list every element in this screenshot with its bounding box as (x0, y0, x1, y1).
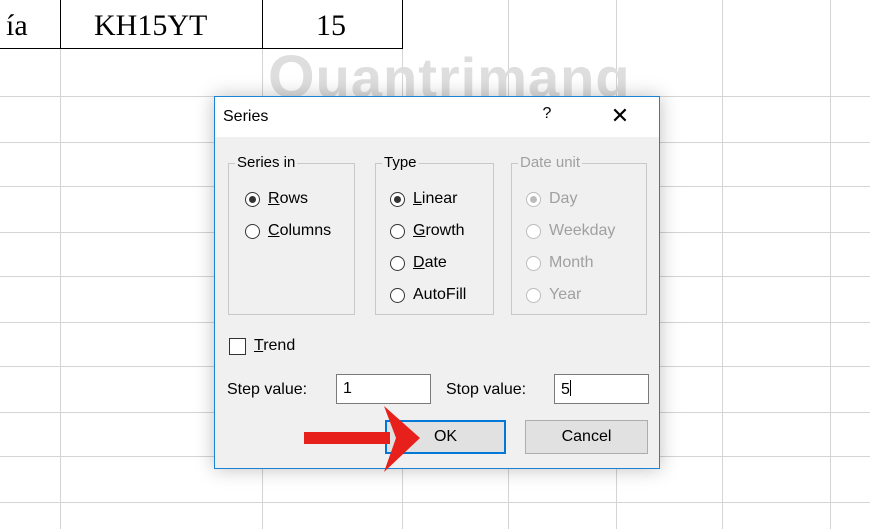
stop-value-text: 5 (561, 381, 570, 398)
radio-weekday: Weekday (526, 222, 615, 240)
trend-checkbox-box[interactable] (229, 337, 246, 355)
radio-growth-indicator[interactable] (390, 223, 405, 239)
radio-weekday-indicator (526, 223, 541, 239)
radio-columns[interactable]: Columns (245, 222, 331, 240)
red-arrow-icon (304, 406, 420, 472)
radio-month-label: Month (549, 254, 594, 271)
trend-checkbox[interactable]: Trend (229, 337, 295, 355)
radio-year: Year (526, 286, 581, 304)
dialog-titlebar[interactable]: Series ? ✕ (215, 97, 659, 137)
radio-year-indicator (526, 287, 541, 303)
radio-growth-label: Growth (413, 222, 465, 239)
date-unit-group: Date unit Day Weekday Month Year (511, 154, 647, 315)
dialog-title: Series (223, 108, 269, 125)
stop-value-label: Stop value: (446, 381, 527, 398)
radio-linear[interactable]: Linear (390, 190, 457, 208)
radio-growth[interactable]: Growth (390, 222, 465, 240)
radio-date-indicator[interactable] (390, 255, 405, 271)
step-value-text: 1 (343, 380, 352, 397)
series-dialog: Series ? ✕ Series in Rows Columns Type L… (214, 96, 660, 469)
radio-date[interactable]: Date (390, 254, 447, 272)
series-in-legend: Series in (235, 154, 298, 172)
cell-c1[interactable]: 15 (316, 8, 346, 44)
text-caret (569, 380, 571, 396)
trend-checkbox-label: Trend (254, 337, 296, 354)
radio-rows-label: Rows (268, 190, 309, 207)
type-group: Type Linear Growth Date AutoFill (375, 154, 494, 315)
radio-columns-indicator[interactable] (245, 223, 260, 239)
radio-linear-indicator[interactable] (390, 191, 405, 207)
radio-month-indicator (526, 255, 541, 271)
radio-weekday-label: Weekday (549, 222, 616, 239)
close-button[interactable]: ✕ (603, 103, 637, 131)
radio-year-label: Year (549, 286, 582, 303)
radio-date-label: Date (413, 254, 447, 271)
radio-columns-label: Columns (268, 222, 332, 239)
series-in-group: Series in Rows Columns (228, 154, 355, 315)
radio-autofill[interactable]: AutoFill (390, 286, 466, 304)
radio-day: Day (526, 190, 577, 208)
cell-b1[interactable]: KH15YT (94, 8, 207, 44)
help-button[interactable]: ? (537, 105, 557, 127)
step-value-label: Step value: (227, 381, 308, 398)
date-unit-legend: Date unit (518, 154, 583, 172)
radio-day-indicator (526, 191, 541, 207)
type-legend: Type (382, 154, 419, 172)
radio-rows-indicator[interactable] (245, 191, 260, 207)
cell-a1[interactable]: ía (6, 8, 28, 44)
cancel-button[interactable]: Cancel (525, 420, 648, 454)
radio-month: Month (526, 254, 593, 272)
radio-autofill-indicator[interactable] (390, 287, 405, 303)
stop-value-input[interactable]: 5 (554, 374, 649, 404)
radio-day-label: Day (549, 190, 578, 207)
radio-autofill-label: AutoFill (413, 286, 467, 303)
radio-rows[interactable]: Rows (245, 190, 308, 208)
radio-linear-label: Linear (413, 190, 458, 207)
